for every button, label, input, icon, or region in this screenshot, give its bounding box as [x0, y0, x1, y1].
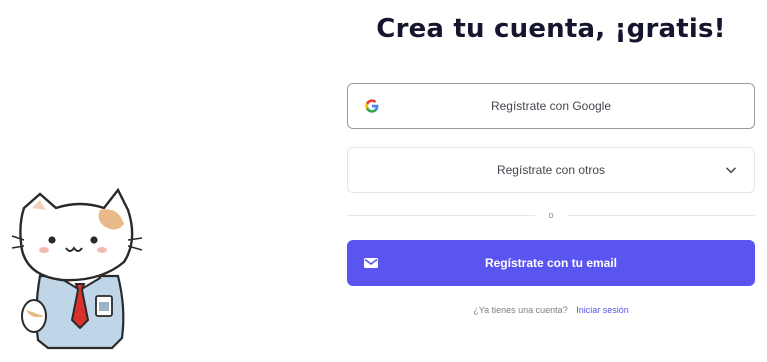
- mail-icon: [363, 257, 379, 269]
- divider-text: o: [548, 210, 554, 220]
- divider-line-left: [347, 214, 535, 216]
- signup-other-button[interactable]: Regístrate con otros: [347, 147, 755, 193]
- signup-google-label: Regístrate con Google: [490, 99, 612, 113]
- signup-page: Crea tu cuenta, ¡gratis! Regístrate con …: [0, 0, 767, 362]
- login-link[interactable]: Iniciar sesión: [576, 305, 629, 315]
- cat-mascot-illustration: [4, 179, 164, 362]
- signup-google-button[interactable]: Regístrate con Google: [347, 83, 755, 129]
- page-title: Crea tu cuenta, ¡gratis!: [376, 14, 726, 44]
- login-question: ¿Ya tienes una cuenta?: [473, 305, 568, 315]
- chevron-down-icon: [724, 163, 738, 177]
- or-divider: o: [347, 208, 756, 222]
- signup-email-button[interactable]: Regístrate con tu email: [347, 240, 755, 286]
- signup-other-label: Regístrate con otros: [496, 163, 606, 177]
- signup-email-label: Regístrate con tu email: [484, 256, 618, 270]
- google-icon: [364, 98, 380, 114]
- divider-line-right: [567, 214, 756, 216]
- login-prompt: ¿Ya tienes una cuenta? Iniciar sesión: [347, 305, 755, 315]
